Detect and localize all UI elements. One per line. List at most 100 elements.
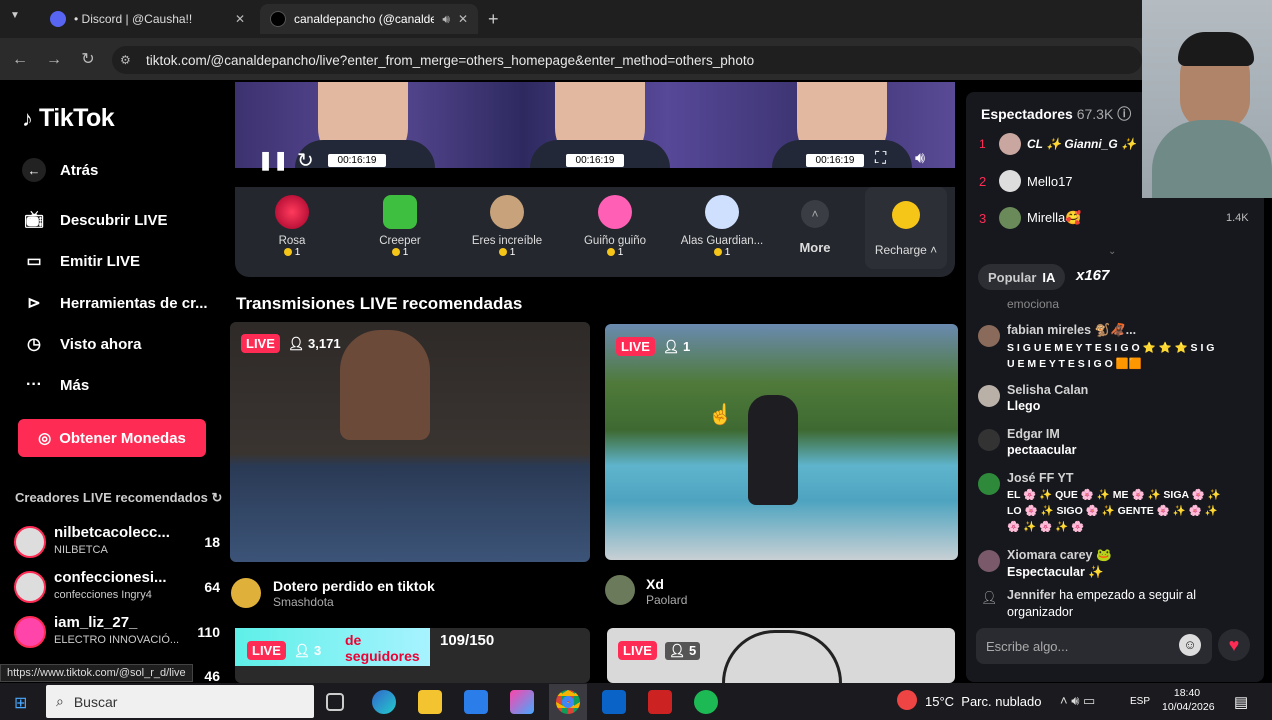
- avatar: [978, 473, 1000, 495]
- close-icon[interactable]: ✕: [235, 12, 245, 26]
- chat-system-message: Jennifer ha empezado a seguir al organiza…: [1007, 588, 1197, 619]
- spotify-icon[interactable]: [694, 690, 718, 714]
- tab-label: • Discord | @Causha!!: [74, 12, 193, 26]
- status-url: https://www.tiktok.com/@sol_r_d/live: [0, 664, 193, 682]
- refresh-icon[interactable]: ↻: [212, 490, 223, 505]
- help-icon[interactable]: ⓘ: [1117, 106, 1131, 122]
- new-tab-button[interactable]: +: [488, 9, 499, 30]
- avatar: [14, 616, 46, 648]
- chat-message: Edgar IM pectaacular: [1007, 427, 1077, 457]
- tray-icons[interactable]: ˄ 🔊︎ ▭: [1060, 693, 1095, 709]
- coin-icon: [498, 248, 507, 257]
- chat-input[interactable]: Escribe algo...: [976, 628, 1212, 664]
- sidebar-item-more[interactable]: ··· Más: [22, 372, 89, 398]
- sidebar-item-discover-live[interactable]: 📺︎ Descubrir LIVE: [22, 207, 168, 233]
- stream-user: Smashdota: [273, 595, 334, 609]
- avatar: [999, 170, 1021, 192]
- volume-icon[interactable]: 🔊︎: [915, 150, 925, 168]
- avatar: [978, 429, 1000, 451]
- combo-multiplier: x167: [1076, 267, 1110, 284]
- stream-thumbnail-person: [340, 330, 430, 440]
- person-icon: 👤︎: [287, 335, 305, 351]
- top-viewer[interactable]: 3 Mirella🥰: [979, 207, 1081, 229]
- file-explorer-icon[interactable]: [418, 690, 442, 714]
- gift-creeper[interactable]: Creeper 1: [345, 195, 455, 258]
- creator-item[interactable]: iam_liz_27_ ELECTRO INNOVACIÓ... 110: [14, 612, 224, 652]
- gift-rosa[interactable]: Rosa 1: [237, 195, 347, 258]
- chrome-icon[interactable]: [549, 684, 587, 720]
- search-icon: ⌕: [56, 693, 64, 709]
- fullscreen-icon[interactable]: ⛶: [875, 150, 886, 168]
- sidebar-item-watched[interactable]: ◷ Visto ahora: [22, 331, 141, 357]
- top-viewer[interactable]: 2 Mello17: [979, 170, 1073, 192]
- notification-icon[interactable]: ▤: [1234, 693, 1248, 711]
- avatar: [605, 575, 635, 605]
- emoji-icon[interactable]: ☺: [1179, 634, 1201, 656]
- person-icon: 👤︎: [293, 642, 311, 658]
- taskbar-search[interactable]: ⌕ Buscar: [46, 685, 314, 718]
- app-icon[interactable]: [648, 690, 672, 714]
- reload-icon[interactable]: ↻: [76, 48, 100, 72]
- person-icon: 👤︎: [668, 642, 686, 658]
- follower-goal-count: 109/150: [440, 632, 495, 649]
- sidebar-item-go-live[interactable]: ▭ Emitir LIVE: [22, 248, 140, 274]
- like-heart-button[interactable]: ♥: [1218, 629, 1250, 661]
- language-indicator[interactable]: ESP: [1130, 696, 1150, 707]
- site-info-icon[interactable]: ⚙: [120, 53, 131, 67]
- gift-alas[interactable]: Alas Guardian... 1: [667, 195, 777, 258]
- tiktok-logo[interactable]: ♪ TikTok: [22, 104, 115, 133]
- stream-title: Dotero perdido en tiktok: [273, 578, 435, 594]
- cursor-icon: ☝: [708, 404, 733, 426]
- url-input[interactable]: tiktok.com/@canaldepancho/live?enter_fro…: [112, 46, 1142, 74]
- chat-message: fabian mireles 🐒🦧... S I G U E M E Y T E …: [1007, 323, 1215, 370]
- popular-tab[interactable]: Popular IA: [978, 264, 1066, 290]
- live-info: LIVE 👤︎ 5: [618, 641, 701, 660]
- live-info: LIVE 👤︎ 3,171: [241, 334, 341, 353]
- webcam-shirt: [1152, 120, 1272, 198]
- more-dots-icon: ···: [26, 376, 42, 393]
- recommended-title: Transmisiones LIVE recomendadas: [236, 294, 523, 313]
- tab-discord[interactable]: • Discord | @Causha!! ✕: [40, 4, 255, 34]
- wings-icon: [705, 195, 739, 229]
- creator-item[interactable]: nilbetcacolecc... NILBETCA 18: [14, 522, 224, 562]
- chat-message: José FF YT EL 🌸 ✨ QUE 🌸 ✨ ME 🌸 ✨ SIGA 🌸 ✨…: [1007, 471, 1221, 533]
- close-icon[interactable]: ✕: [458, 12, 468, 26]
- chat-partial: emociona: [1007, 297, 1060, 311]
- person-icon: 👤︎: [662, 338, 680, 354]
- gift-guino[interactable]: Guiño guiño 1: [560, 195, 670, 258]
- get-coins-button[interactable]: ◎ Obtener Monedas: [18, 419, 206, 457]
- top-viewer[interactable]: 1 CL ✨ Gianni_G ✨: [979, 133, 1136, 155]
- recharge-button[interactable]: Recharge ˄: [865, 187, 947, 269]
- back-icon[interactable]: ←: [8, 48, 32, 72]
- outlook-icon[interactable]: [602, 690, 626, 714]
- windows-start-icon[interactable]: ⊞: [14, 693, 27, 713]
- tab-label: canaldepancho (@canaldep: [294, 12, 435, 26]
- refresh-icon[interactable]: ↻: [297, 148, 314, 173]
- chat-message: Xiomara carey 🐸 Espectacular ✨: [1007, 548, 1112, 579]
- creator-item[interactable]: confeccionesi... confecciones Ingry4 64: [14, 567, 224, 607]
- sidebar-item-tools[interactable]: ⊳ Herramientas de cr...: [22, 290, 207, 316]
- pause-icon[interactable]: ❚❚: [258, 150, 288, 171]
- weather-label[interactable]: 15°C Parc. nublado: [925, 694, 1042, 709]
- copilot-icon[interactable]: [510, 690, 534, 714]
- forward-icon[interactable]: →: [42, 48, 66, 72]
- task-view-icon[interactable]: [326, 693, 344, 711]
- time-label: 00:16:19: [566, 154, 624, 167]
- webcam-hair: [1178, 32, 1254, 66]
- expand-icon[interactable]: ⌄: [1108, 246, 1116, 257]
- tab-search-button[interactable]: ▼: [10, 10, 28, 28]
- play-circle-icon: ⊳: [27, 295, 41, 312]
- camera-icon: ▭: [26, 253, 42, 270]
- gift-more-button[interactable]: ˄ More: [790, 200, 840, 255]
- store-icon[interactable]: [464, 690, 488, 714]
- gift-eres-increible[interactable]: Eres increíble 1: [452, 195, 562, 258]
- clock[interactable]: 18:40 10/04/2026: [1162, 687, 1215, 713]
- rose-icon: [275, 195, 309, 229]
- sidebar-back[interactable]: ← Atrás: [22, 157, 98, 183]
- viewers-header: Espectadores 67.3K ⓘ: [981, 106, 1132, 122]
- edge-icon[interactable]: [372, 690, 396, 714]
- tab-tiktok[interactable]: canaldepancho (@canaldep 🔊︎ ✕: [260, 4, 478, 34]
- coin-icon: [391, 248, 400, 257]
- follow-person-icon: 👤︎: [981, 590, 998, 605]
- avatar: [999, 133, 1021, 155]
